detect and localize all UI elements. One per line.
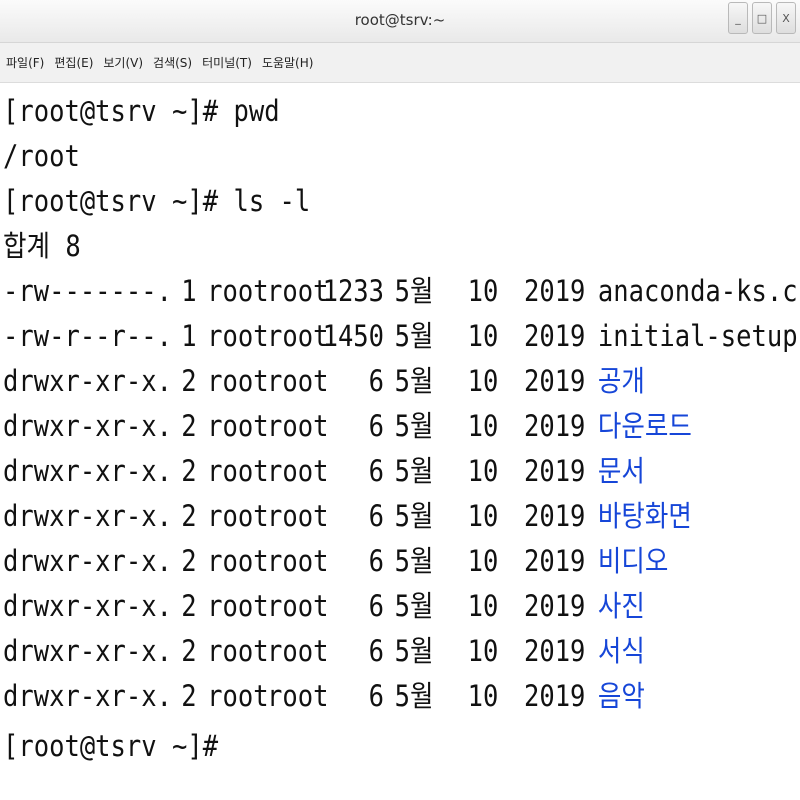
year: 2019 (523, 409, 586, 443)
file-name[interactable]: 사진 (598, 584, 645, 629)
menu-file[interactable]: 파일(F) (6, 54, 44, 71)
file-name[interactable]: 공개 (598, 359, 645, 404)
file-name[interactable]: 문서 (598, 449, 645, 494)
file-size: 6 (368, 679, 385, 713)
month: 5월 (394, 634, 434, 668)
day: 10 (467, 499, 499, 533)
file-size: 6 (368, 499, 385, 533)
year: 2019 (523, 679, 586, 713)
file-name[interactable]: 바탕화면 (598, 494, 692, 539)
file-name[interactable]: 음악 (598, 674, 645, 719)
year: 2019 (523, 454, 586, 488)
month: 5월 (394, 499, 434, 533)
listing-row: drwxr-xr-x. 2 root root 6 5월 10 2019 비디오 (3, 539, 795, 584)
month: 5월 (394, 679, 434, 713)
file-size: 6 (368, 589, 385, 623)
day: 10 (467, 679, 499, 713)
file-size: 6 (368, 454, 385, 488)
month: 5월 (394, 364, 434, 398)
menu-view[interactable]: 보기(V) (103, 54, 143, 71)
terminal-output[interactable]: [root@tsrv ~]# pwd /root [root@tsrv ~]# … (0, 84, 800, 800)
year: 2019 (523, 589, 586, 623)
menu-bar: 파일(F) 편집(E) 보기(V) 검색(S) 터미널(T) 도움말(H) (0, 43, 800, 83)
year: 2019 (523, 499, 586, 533)
menu-terminal[interactable]: 터미널(T) (202, 54, 252, 71)
window-title: root@tsrv:~ (354, 11, 446, 29)
month: 5월 (394, 319, 434, 353)
output-line-pwd: /root (3, 139, 80, 173)
day: 10 (467, 364, 499, 398)
close-button[interactable]: X (776, 2, 796, 34)
year: 2019 (523, 319, 586, 353)
listing-row: drwxr-xr-x. 2 root root 6 5월 10 2019 서식 (3, 629, 795, 674)
month: 5월 (394, 454, 434, 488)
menu-search[interactable]: 검색(S) (153, 54, 192, 71)
window-controls: _ □ X (724, 2, 796, 34)
listing-row: -rw-r--r--. 1 root root 1450 5월 10 2019 initial-… (3, 314, 800, 359)
file-size: 6 (368, 409, 385, 443)
year: 2019 (523, 274, 586, 308)
listing-row: drwxr-xr-x. 2 root root 6 5월 10 2019 사진 (3, 584, 795, 629)
listing-row: drwxr-xr-x. 2 root root 6 5월 10 2019 공개 (3, 359, 795, 404)
month: 5월 (394, 409, 434, 443)
output-line-total: 합계 8 (3, 229, 81, 263)
month: 5월 (394, 544, 434, 578)
day: 10 (467, 319, 499, 353)
minimize-button[interactable]: _ (728, 2, 748, 34)
menu-edit[interactable]: 편집(E) (54, 54, 93, 71)
listing-row: drwxr-xr-x. 2 root root 6 5월 10 2019 문서 (3, 449, 795, 494)
month: 5월 (394, 274, 434, 308)
file-name[interactable]: anaconda-ks.cfg (598, 269, 800, 314)
file-size: 1450 (322, 319, 385, 353)
file-name[interactable]: 다운로드 (598, 404, 692, 449)
final-prompt-line: [root@tsrv ~]# (3, 729, 219, 763)
year: 2019 (523, 364, 586, 398)
listing-row: -rw-------. 1 root root 1233 5월 10 2019 anaconda… (3, 269, 800, 314)
menu-help[interactable]: 도움말(H) (262, 54, 314, 71)
title-bar[interactable]: root@tsrv:~ _ □ X (0, 0, 800, 43)
year: 2019 (523, 544, 586, 578)
file-name[interactable]: initial-setup-ks.cfg (598, 314, 800, 359)
year: 2019 (523, 634, 586, 668)
day: 10 (467, 544, 499, 578)
file-name[interactable]: 서식 (598, 629, 645, 674)
day: 10 (467, 274, 499, 308)
maximize-button[interactable]: □ (752, 2, 772, 34)
day: 10 (467, 454, 499, 488)
terminal-window: root@tsrv:~ _ □ X 파일(F) 편집(E) 보기(V) 검색(S… (0, 0, 800, 800)
file-size: 6 (368, 364, 385, 398)
file-name[interactable]: 비디오 (598, 539, 668, 584)
day: 10 (467, 634, 499, 668)
month: 5월 (394, 589, 434, 623)
file-size: 1233 (322, 274, 385, 308)
command-line-ls: [root@tsrv ~]# ls -l (3, 184, 311, 218)
day: 10 (467, 589, 499, 623)
file-size: 6 (368, 544, 385, 578)
day: 10 (467, 409, 499, 443)
command-line-pwd: [root@tsrv ~]# pwd (3, 94, 280, 128)
listing-row: drwxr-xr-x. 2 root root 6 5월 10 2019 음악 (3, 674, 795, 719)
listing-row: drwxr-xr-x. 2 root root 6 5월 10 2019 다운로드 (3, 404, 795, 449)
listing-row: drwxr-xr-x. 2 root root 6 5월 10 2019 바탕화면 (3, 494, 795, 539)
file-size: 6 (368, 634, 385, 668)
